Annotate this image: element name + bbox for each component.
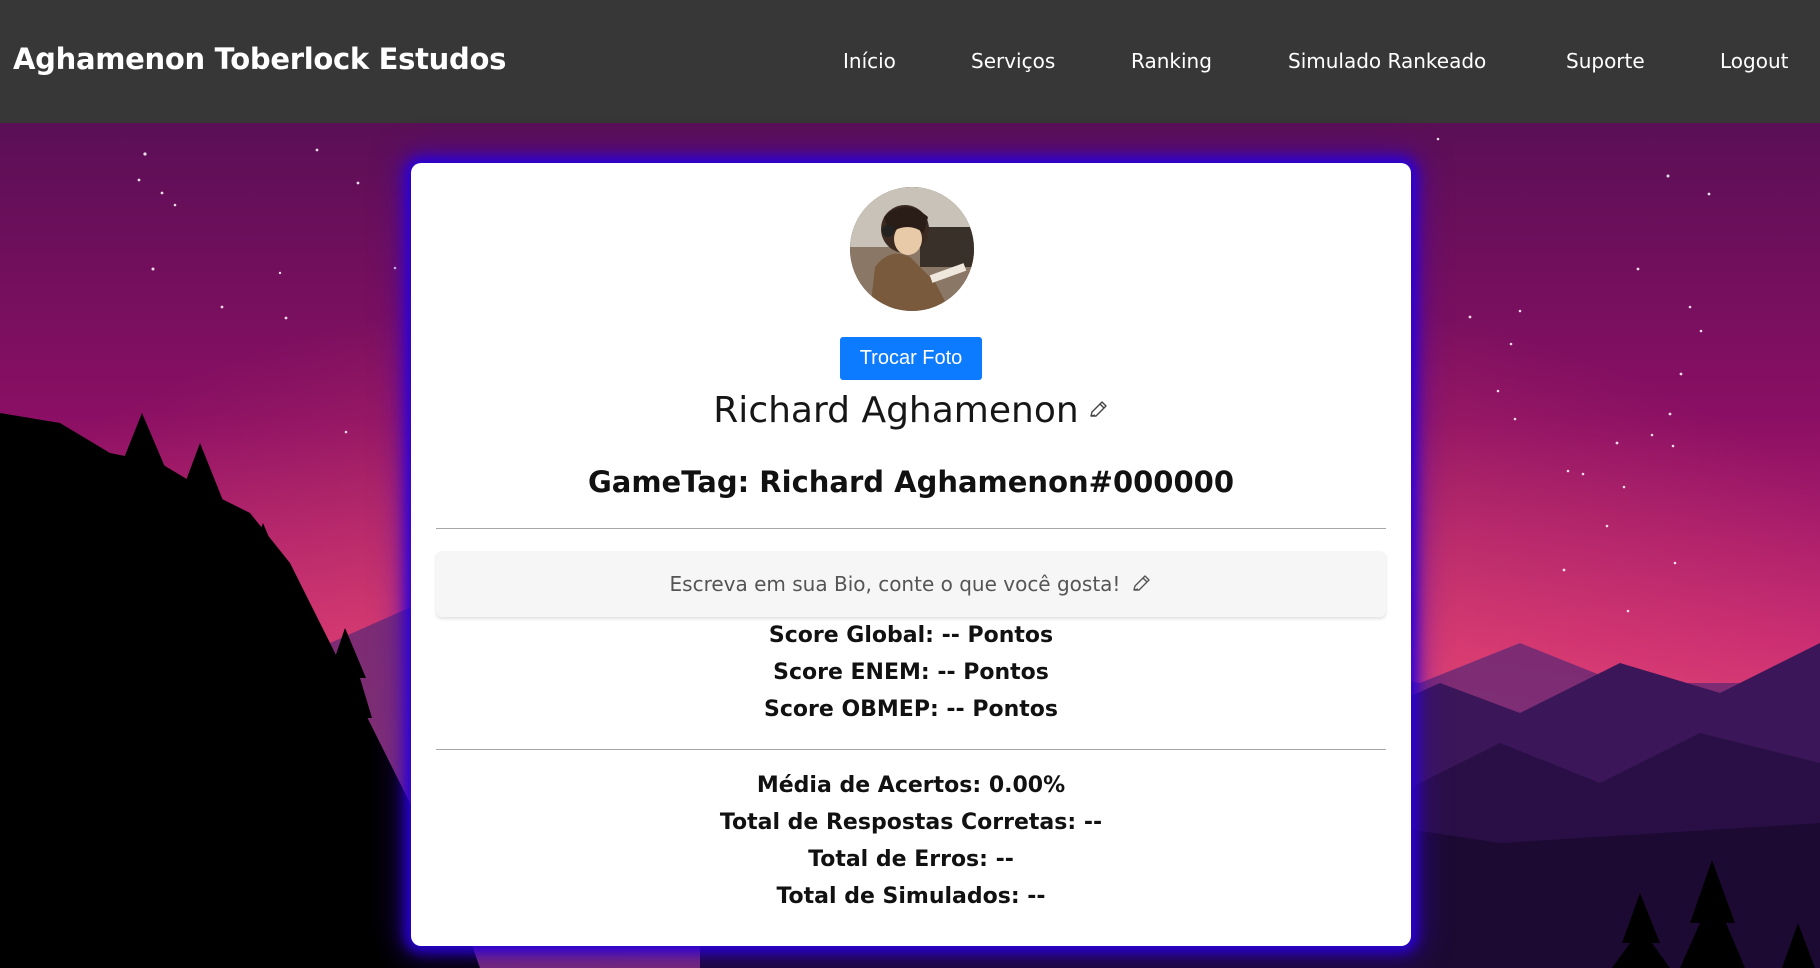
bio-placeholder: Escreva em sua Bio, conte o que você gos… (669, 572, 1121, 596)
avatar-illustration (850, 187, 974, 311)
bio-box[interactable]: Escreva em sua Bio, conte o que você gos… (436, 551, 1386, 617)
score-enem: Score ENEM: -- Pontos (773, 660, 1049, 685)
pencil-icon[interactable] (1087, 399, 1109, 421)
nav-link-ranking[interactable]: Ranking (1131, 49, 1212, 73)
score-global: Score Global: -- Pontos (768, 623, 1054, 648)
nav-link-logout[interactable]: Logout (1720, 49, 1788, 73)
stat-erros: Total de Erros: -- (808, 847, 1014, 872)
divider (436, 528, 1386, 529)
profile-name: Richard Aghamenon (713, 389, 1079, 431)
gametag: GameTag: Richard Aghamenon#000000 (587, 465, 1235, 499)
main-nav: Início Serviços Ranking Simulado Rankead… (0, 49, 1820, 75)
top-navbar: Aghamenon Toberlock Estudos Início Servi… (0, 0, 1820, 123)
divider (436, 749, 1386, 750)
stat-respostas-corretas: Total de Respostas Corretas: -- (719, 810, 1103, 835)
nav-link-servicos[interactable]: Serviços (971, 49, 1055, 73)
change-photo-button[interactable]: Trocar Foto (840, 337, 982, 380)
nav-link-simulado-rankeado[interactable]: Simulado Rankeado (1288, 49, 1486, 73)
nav-link-inicio[interactable]: Início (843, 49, 896, 73)
avatar[interactable] (850, 187, 974, 311)
name-row: Richard Aghamenon (411, 385, 1411, 435)
profile-card: Trocar Foto Richard Aghamenon GameTag: R… (411, 163, 1411, 946)
stat-media-acertos: Média de Acertos: 0.00% (756, 773, 1066, 798)
score-obmep: Score OBMEP: -- Pontos (764, 697, 1058, 722)
nav-link-suporte[interactable]: Suporte (1566, 49, 1645, 73)
stat-simulados: Total de Simulados: -- (776, 884, 1046, 909)
pencil-icon[interactable] (1130, 573, 1152, 595)
